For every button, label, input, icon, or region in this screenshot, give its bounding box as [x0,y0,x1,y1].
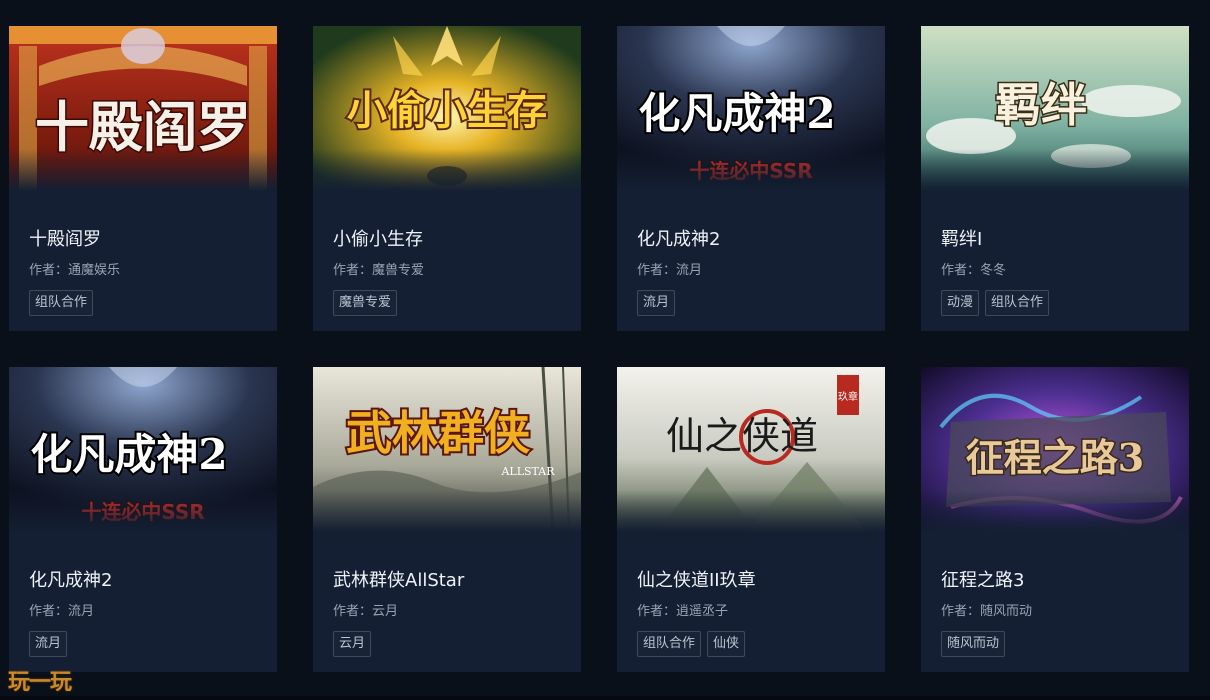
game-banner[interactable]: 小偷小生存 [313,26,581,191]
game-banner[interactable]: 羁绊 [921,26,1189,191]
banner-title: 羁绊 [995,78,1087,132]
banner-subtitle: 十连必中SSR [689,159,812,183]
game-info: 仙之侠道II玖章 作者：逍遥丞子 组队合作 仙侠 [637,569,869,657]
game-author: 作者：流月 [29,604,95,619]
banner-title: 化凡成神2 [638,89,835,138]
banner-title: 小偷小生存 [347,88,547,134]
game-title[interactable]: 羁绊I [941,228,1173,252]
tag[interactable]: 组队合作 [29,290,94,316]
banner-title: 十殿阎罗 [35,95,251,159]
tag[interactable]: 仙侠 [707,631,746,657]
banner-subtitle: 十连必中SSR [81,500,204,524]
game-info: 征程之路3 作者：随风而动 随风而动 [941,569,1173,657]
game-info: 化凡成神2 作者：流月 流月 [29,569,261,657]
game-author: 作者：通魔娱乐 [29,263,121,278]
game-author: 作者：随风而动 [941,604,1033,619]
game-title[interactable]: 武林群侠AllStar [333,569,565,593]
game-title[interactable]: 化凡成神2 [29,569,261,593]
tag[interactable]: 魔兽专爱 [333,290,398,316]
tag-list: 流月 [29,631,261,657]
game-author: 作者：流月 [637,263,703,278]
game-card[interactable]: 武林群侠 ALLSTAR 武林群侠AllStar 作者：云月 云月 [313,367,581,672]
tag[interactable]: 动漫 [941,290,980,316]
tag[interactable]: 流月 [29,631,68,657]
site-logo[interactable]: 玩一玩 [8,664,72,696]
game-card[interactable]: 十殿阎罗 十殿阎罗 作者：通魔娱乐 组队合作 [9,26,277,331]
game-title[interactable]: 小偷小生存 [333,228,565,252]
game-info: 羁绊I 作者：冬冬 动漫 组队合作 [941,228,1173,316]
game-card[interactable]: 化凡成神2 十连必中SSR 化凡成神2 作者：流月 流月 [617,26,885,331]
game-title[interactable]: 征程之路3 [941,569,1173,593]
game-banner[interactable]: 玖章 仙之侠道 [617,367,885,532]
game-grid: 十殿阎罗 十殿阎罗 作者：通魔娱乐 组队合作 小偷小生存 小偷小生存 作者：魔兽… [9,26,1189,672]
game-banner[interactable]: 化凡成神2 十连必中SSR [9,367,277,532]
banner-title: 征程之路3 [966,435,1144,480]
banner-subtitle: ALLSTAR [500,465,555,478]
tag[interactable]: 组队合作 [637,631,702,657]
banner-subtitle: 玖章 [838,390,858,403]
tag-list: 动漫 组队合作 [941,290,1173,316]
game-author: 作者：魔兽专爱 [333,263,425,278]
game-card[interactable]: 玖章 仙之侠道 仙之侠道II玖章 作者：逍遥丞子 组队合作 仙侠 [617,367,885,672]
tag-list: 随风而动 [941,631,1173,657]
game-title[interactable]: 仙之侠道II玖章 [637,569,869,593]
banner-title: 化凡成神2 [30,430,227,479]
tag-list: 魔兽专爱 [333,290,565,316]
game-info: 十殿阎罗 作者：通魔娱乐 组队合作 [29,228,261,316]
tag[interactable]: 云月 [333,631,372,657]
game-banner[interactable]: 武林群侠 ALLSTAR [313,367,581,532]
game-banner[interactable]: 征程之路3 [921,367,1189,532]
tag[interactable]: 随风而动 [941,631,1006,657]
banner-title: 仙之侠道 [666,414,818,458]
tag-list: 流月 [637,290,869,316]
banner-title: 武林群侠 [346,406,531,460]
game-banner[interactable]: 化凡成神2 十连必中SSR [617,26,885,191]
tag-list: 组队合作 仙侠 [637,631,869,657]
tag[interactable]: 流月 [637,290,676,316]
game-info: 小偷小生存 作者：魔兽专爱 魔兽专爱 [333,228,565,316]
game-author: 作者：逍遥丞子 [637,604,729,619]
game-author: 作者：冬冬 [941,263,1007,278]
tag[interactable]: 组队合作 [985,290,1050,316]
game-author: 作者：云月 [333,604,399,619]
game-info: 武林群侠AllStar 作者：云月 云月 [333,569,565,657]
game-banner[interactable]: 十殿阎罗 [9,26,277,191]
game-card[interactable]: 羁绊 羁绊I 作者：冬冬 动漫 组队合作 [921,26,1189,331]
game-card[interactable]: 小偷小生存 小偷小生存 作者：魔兽专爱 魔兽专爱 [313,26,581,331]
game-info: 化凡成神2 作者：流月 流月 [637,228,869,316]
game-title[interactable]: 十殿阎罗 [29,228,261,252]
tag-list: 云月 [333,631,565,657]
tag-list: 组队合作 [29,290,261,316]
game-card[interactable]: 征程之路3 征程之路3 作者：随风而动 随风而动 [921,367,1189,672]
bottom-bar [0,696,1210,700]
game-card[interactable]: 化凡成神2 十连必中SSR 化凡成神2 作者：流月 流月 [9,367,277,672]
game-title[interactable]: 化凡成神2 [637,228,869,252]
